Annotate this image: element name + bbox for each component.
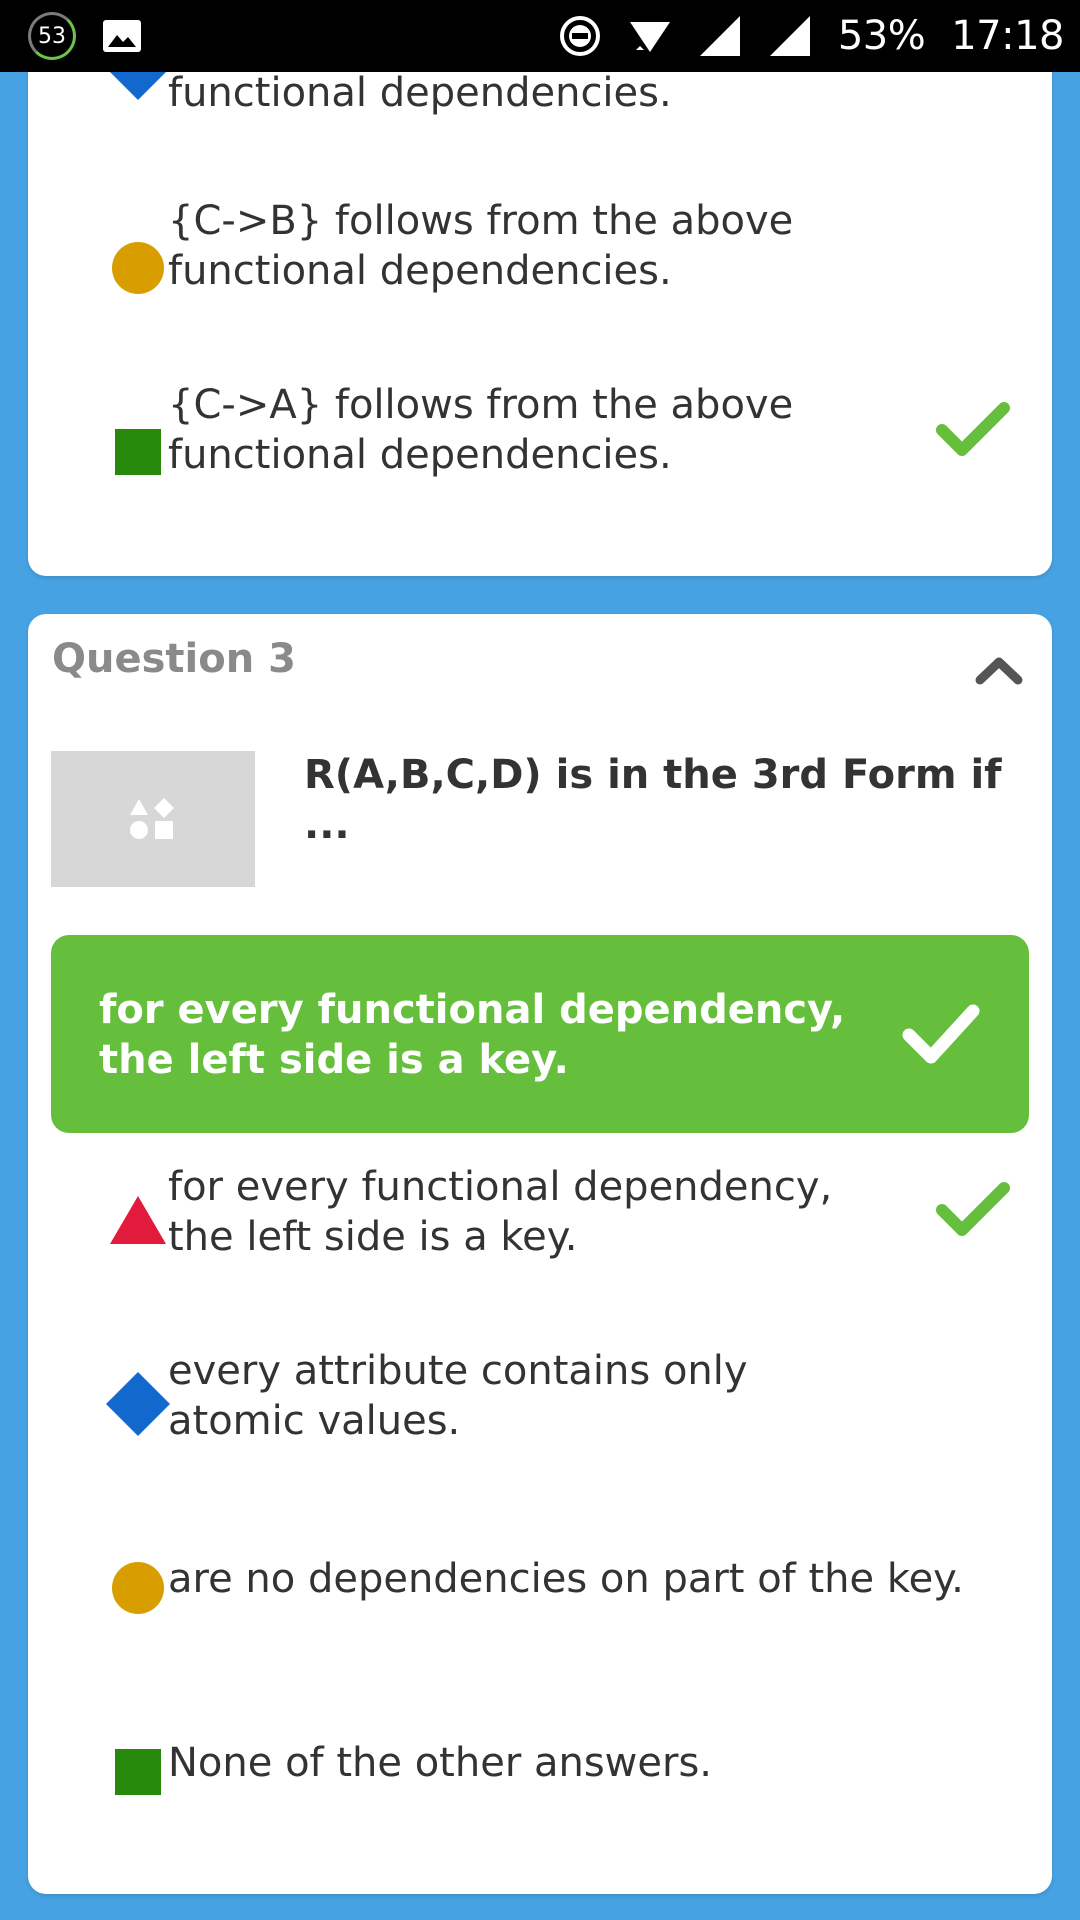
battery-percentage: 53% [837,13,926,59]
status-bar-left: 53 [28,12,142,60]
answer-text: None of the other answers. [168,1740,713,1786]
answer-option[interactable]: {C->B} follows from the above functional… [28,198,1052,354]
question-text: R(A,B,C,D) is in the 3rd Form if ... [304,752,1002,848]
signal-icon-2 [769,16,810,56]
answer-text: {C->A} follows from the above functional… [168,382,794,478]
status-bar-right: 53% 17:18 [558,13,1064,59]
correct-answer-text: for every functional dependency, the lef… [99,987,846,1083]
answer-text: every attribute contains only atomic val… [168,1348,748,1444]
do-not-disturb-icon [559,16,600,56]
shapes-placeholder-icon [130,798,174,839]
correct-answer-banner: for every functional dependency, the lef… [51,935,1029,1133]
check-icon [936,402,1010,456]
question-3-card: Question 3 R(A,B,C,D) is in the 3rd Form… [28,614,1052,1894]
answer-option[interactable]: {C->A} follows from the above functional… [28,382,1052,538]
question-image-placeholder [51,751,255,887]
previous-question-card: {D->C} follows from the above functional… [28,20,1052,576]
question-title: Question 3 [52,636,296,682]
notification-count-badge: 53 [28,12,76,60]
check-icon [902,1004,980,1064]
check-icon [936,1182,1010,1236]
answer-text: for every functional dependency, the lef… [168,1164,833,1260]
answer-text: {C->B} follows from the above functional… [168,198,794,294]
answer-option[interactable]: are no dependencies on part of the key. [28,1542,1052,1662]
signal-icon [699,16,740,56]
notification-count: 53 [38,23,66,49]
answer-option[interactable]: None of the other answers. [28,1726,1052,1846]
status-bar: 53 53% 17:18 [0,0,1080,72]
image-icon [103,20,141,52]
answer-text: are no dependencies on part of the key. [168,1556,964,1602]
clock: 17:18 [951,13,1064,59]
answer-option[interactable]: every attribute contains only atomic val… [28,1348,1052,1478]
answer-option[interactable]: for every functional dependency, the lef… [28,1164,1052,1294]
chevron-up-icon[interactable] [974,648,1024,692]
wifi-icon [629,22,670,52]
